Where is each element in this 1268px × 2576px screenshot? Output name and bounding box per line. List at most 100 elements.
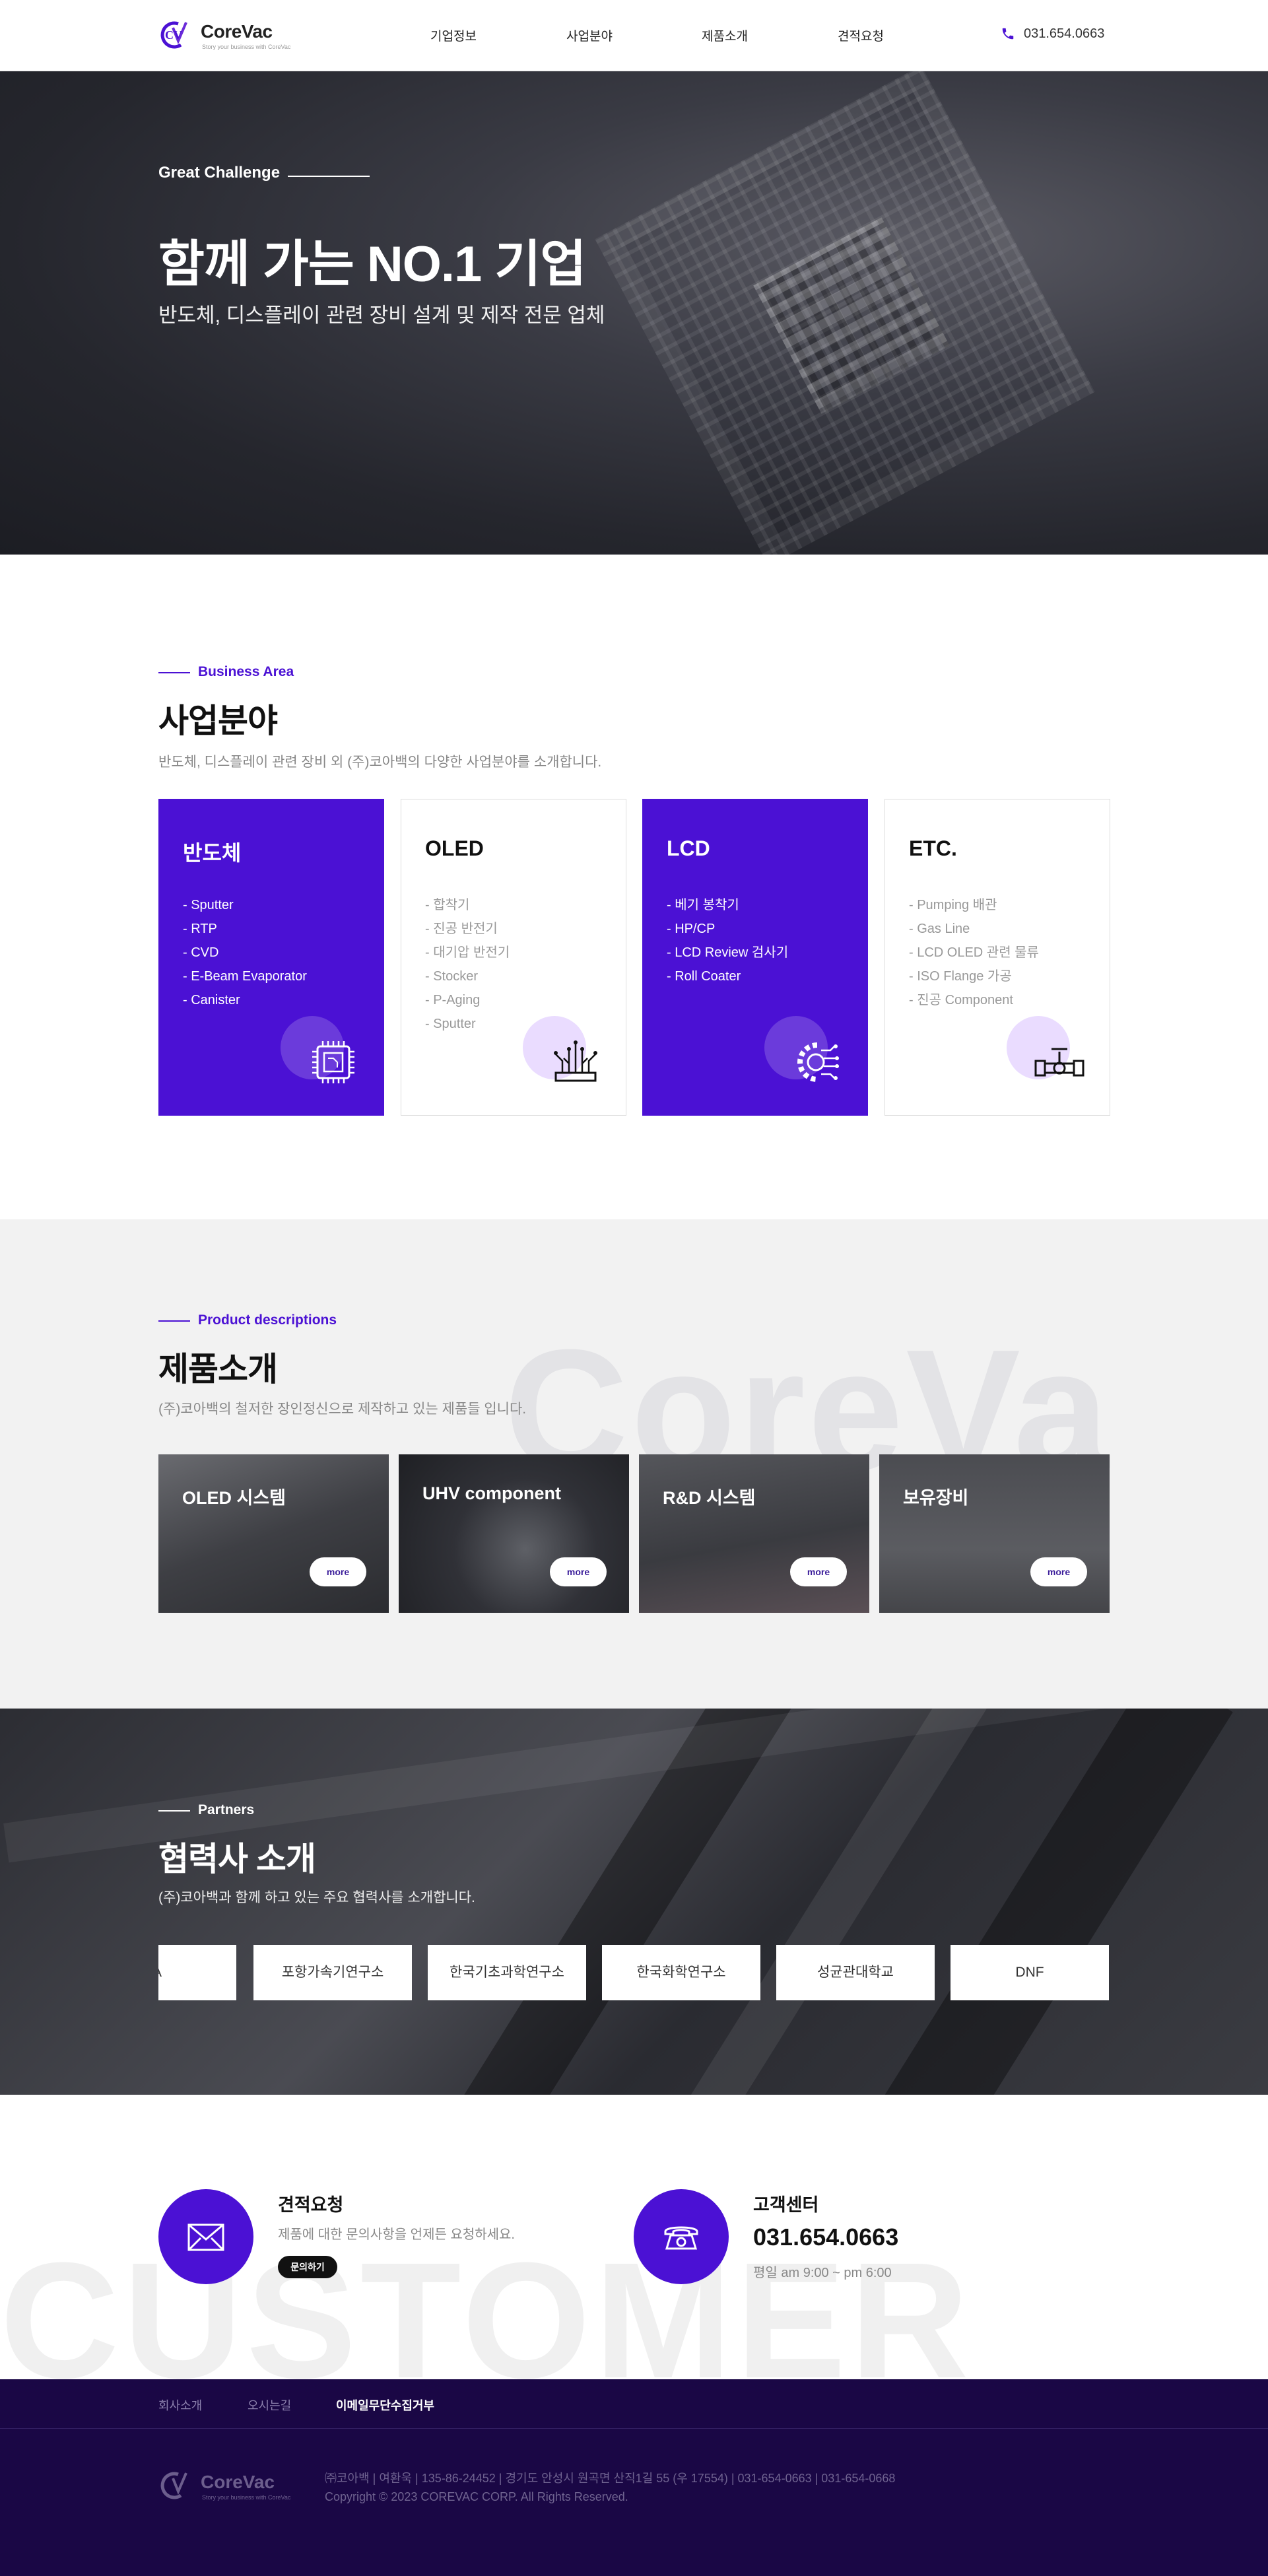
product-card-uhv-component[interactable]: UHV component more	[399, 1454, 629, 1613]
product-card-rnd-system[interactable]: R&D 시스템 more	[639, 1454, 869, 1613]
business-eyebrow-line	[158, 672, 190, 673]
nav-business-area[interactable]: 사업분야	[566, 26, 613, 44]
logo-tagline: Story your business with CoreVac	[202, 44, 291, 50]
header-phone-number: 031.654.0663	[1024, 26, 1105, 41]
site-footer: 회사소개 오시는길 이메일무단수집거부 CoreVac Story your b…	[0, 2379, 1268, 2576]
valve-pipe-icon	[1034, 1048, 1084, 1077]
list-item: - 진공 Component	[909, 993, 1013, 1007]
list-item: - 대기압 반전기	[425, 945, 510, 960]
quote-icon-circle	[158, 2189, 253, 2284]
business-card-list: - 합착기 - 진공 반전기 - 대기압 반전기 - Stocker - P-A…	[425, 893, 510, 1036]
footer-link-about[interactable]: 회사소개	[158, 2396, 202, 2414]
logo[interactable]: CV CoreVac Story your business with Core…	[158, 15, 304, 54]
partner-logo: A	[158, 1945, 236, 2000]
list-item: - LCD Review 검사기	[667, 945, 789, 960]
footer-copyright: Copyright © 2023 COREVAC CORP. All Right…	[325, 2490, 628, 2503]
footer-logo-tagline: Story your business with CoreVac	[202, 2494, 291, 2501]
logo-name: CoreVac	[201, 21, 273, 42]
product-card-title: UHV component	[422, 1483, 562, 1503]
hero-title: 함께 가는 NO.1 기업	[158, 236, 586, 292]
more-button[interactable]: more	[1030, 1557, 1087, 1586]
partner-logo: 성균관대학교	[776, 1945, 935, 2000]
envelope-icon	[187, 2223, 224, 2251]
logo-mark-icon: CV	[160, 21, 187, 49]
list-item: - 합착기	[425, 898, 470, 912]
list-item: - Sputter	[425, 1017, 476, 1031]
partners-eyebrow-line	[158, 1810, 190, 1812]
hero-eyebrow-line	[288, 176, 370, 177]
list-item: - Canister	[183, 993, 240, 1007]
nav-quote-request[interactable]: 견적요청	[838, 26, 884, 44]
business-card-list: - Sputter - RTP - CVD - E-Beam Evaporato…	[183, 893, 307, 1012]
partner-logo: 한국기초과학연구소	[428, 1945, 586, 2000]
list-item: - Stocker	[425, 969, 479, 984]
product-card-equipment[interactable]: 보유장비 more	[879, 1454, 1110, 1613]
list-item: - CVD	[183, 945, 219, 960]
products-description: (주)코아백의 철저한 장인정신으로 제작하고 있는 제품들 입니다.	[158, 1402, 527, 1417]
circuit-icon	[554, 1040, 597, 1082]
center-hours: 평일 am 9:00 ~ pm 6:00	[753, 2266, 892, 2280]
more-button[interactable]: more	[550, 1557, 607, 1586]
site-header: CV CoreVac Story your business with Core…	[0, 0, 1268, 71]
product-card-title: R&D 시스템	[663, 1488, 756, 1508]
nav-products[interactable]: 제품소개	[702, 26, 748, 44]
list-item: - HP/CP	[667, 922, 716, 936]
business-card-semiconductor[interactable]: 반도체 - Sputter - RTP - CVD - E-Beam Evapo…	[158, 799, 384, 1116]
gear-network-icon	[797, 1042, 839, 1082]
footer-links-bar: 회사소개 오시는길 이메일무단수집거부	[0, 2379, 1268, 2429]
telephone-icon	[664, 2226, 698, 2250]
business-card-title: ETC.	[909, 836, 957, 860]
center-icon-circle	[634, 2189, 729, 2284]
list-item: - LCD OLED 관련 물류	[909, 945, 1039, 960]
business-card-oled[interactable]: OLED - 합착기 - 진공 반전기 - 대기압 반전기 - Stocker …	[401, 799, 626, 1116]
partners-eyebrow: Partners	[198, 1802, 255, 1817]
partner-logo: 포항가속기연구소	[253, 1945, 412, 2000]
logo-mark-icon	[160, 2472, 187, 2499]
footer-logo[interactable]: CoreVac Story your business with CoreVac	[158, 2465, 304, 2505]
phone-icon	[1002, 28, 1014, 40]
more-button[interactable]: more	[790, 1557, 847, 1586]
business-card-etc[interactable]: ETC. - Pumping 배관 - Gas Line - LCD OLED …	[884, 799, 1110, 1116]
list-item: - ISO Flange 가공	[909, 969, 1012, 984]
product-card-oled-system[interactable]: OLED 시스템 more	[158, 1454, 389, 1613]
product-card-title: 보유장비	[903, 1488, 969, 1508]
product-card-title: OLED 시스템	[182, 1488, 286, 1508]
quote-description: 제품에 대한 문의사항을 언제든 요청하세요.	[278, 2227, 515, 2242]
hero-eyebrow: Great Challenge	[158, 164, 281, 182]
nav-company-info[interactable]: 기업정보	[430, 26, 477, 44]
partners-title: 협력사 소개	[158, 1841, 316, 1878]
list-item: - Roll Coater	[667, 969, 741, 984]
center-phone[interactable]: 031.654.0663	[753, 2223, 898, 2251]
business-description: 반도체, 디스플레이 관련 장비 외 (주)코아백의 다양한 사업분야를 소개합…	[158, 755, 602, 770]
svg-text:CV: CV	[165, 28, 182, 42]
products-eyebrow: Product descriptions	[198, 1312, 337, 1328]
hero-subtitle: 반도체, 디스플레이 관련 장비 설계 및 제작 전문 업체	[158, 304, 605, 327]
chip-icon	[312, 1041, 354, 1083]
business-card-title: 반도체	[183, 841, 242, 865]
business-title: 사업분야	[158, 702, 278, 739]
products-eyebrow-line	[158, 1320, 190, 1322]
list-item: - Pumping 배관	[909, 898, 997, 912]
business-eyebrow: Business Area	[198, 664, 294, 679]
partner-logo: 한국화학연구소	[602, 1945, 760, 2000]
business-card-title: LCD	[667, 836, 710, 860]
list-item: - P-Aging	[425, 993, 481, 1007]
products-title: 제품소개	[158, 1351, 278, 1388]
list-item: - Gas Line	[909, 922, 970, 936]
quote-title: 견적요청	[278, 2195, 344, 2215]
inquiry-button[interactable]: 문의하기	[278, 2256, 337, 2278]
list-item: - E-Beam Evaporator	[183, 969, 307, 984]
footer-company-info: ㈜코아백 | 여환욱 | 135-86-24452 | 경기도 안성시 원곡면 …	[325, 2472, 896, 2485]
center-title: 고객센터	[753, 2195, 819, 2215]
business-card-list: - 베기 봉착기 - HP/CP - LCD Review 검사기 - Roll…	[667, 893, 788, 988]
partner-logo: DNF	[951, 1945, 1109, 2000]
partners-carousel[interactable]: A 포항가속기연구소 한국기초과학연구소 한국화학연구소 성균관대학교 DNF	[158, 1945, 1110, 2000]
business-card-title: OLED	[425, 836, 484, 860]
more-button[interactable]: more	[310, 1557, 366, 1586]
footer-link-directions[interactable]: 오시는길	[248, 2396, 291, 2414]
footer-logo-name: CoreVac	[201, 2472, 275, 2492]
list-item: - RTP	[183, 922, 217, 936]
list-item: - 진공 반전기	[425, 922, 498, 936]
footer-link-email-policy[interactable]: 이메일무단수집거부	[336, 2396, 434, 2414]
business-card-lcd[interactable]: LCD - 베기 봉착기 - HP/CP - LCD Review 검사기 - …	[642, 799, 868, 1116]
